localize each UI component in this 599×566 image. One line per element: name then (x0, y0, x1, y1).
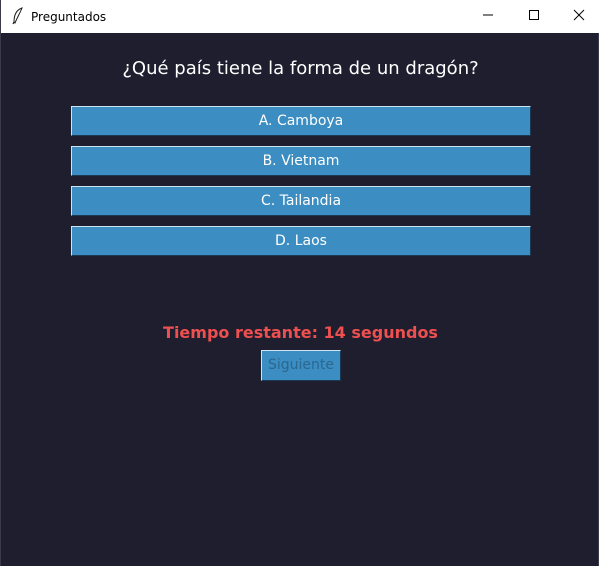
quiz-panel: ¿Qué país tiene la forma de un dragón? A… (1, 33, 599, 566)
app-window: Preguntados ¿Qué país tiene la forma de … (0, 0, 599, 566)
timer-label: Tiempo restante: 14 segundos (163, 323, 438, 342)
maximize-button[interactable] (511, 0, 557, 33)
feather-icon (10, 7, 26, 25)
minimize-icon (482, 8, 494, 26)
next-button[interactable]: Siguiente (261, 350, 341, 381)
minimize-button[interactable] (465, 0, 511, 33)
option-d-button[interactable]: D. Laos (71, 226, 531, 256)
window-title: Preguntados (31, 10, 107, 24)
close-button[interactable] (556, 0, 599, 33)
option-c-button[interactable]: C. Tailandia (71, 186, 531, 216)
option-b-button[interactable]: B. Vietnam (71, 146, 531, 176)
maximize-icon (528, 8, 540, 26)
close-icon (573, 8, 585, 26)
question-text: ¿Qué país tiene la forma de un dragón? (122, 58, 479, 79)
title-bar[interactable]: Preguntados (1, 0, 599, 33)
option-a-button[interactable]: A. Camboya (71, 106, 531, 136)
